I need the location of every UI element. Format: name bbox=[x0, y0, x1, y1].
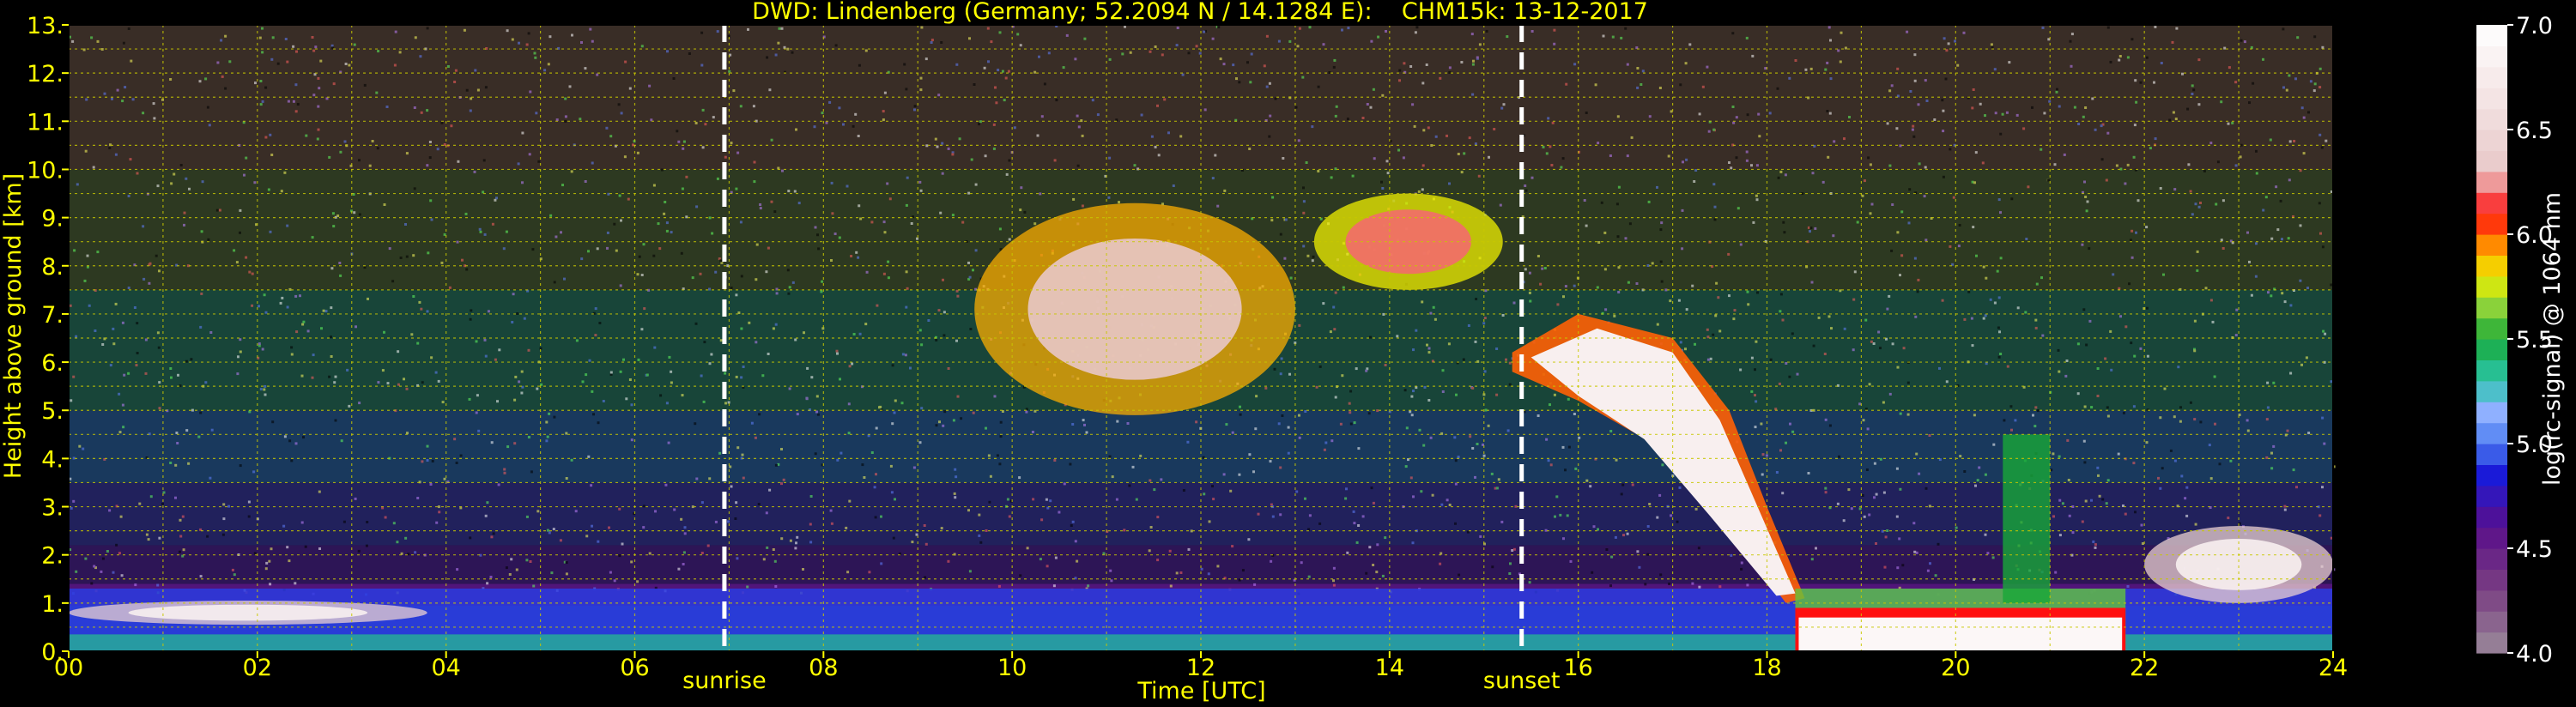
y-tick-label: 5. bbox=[41, 398, 64, 425]
colorbar-segment bbox=[2476, 527, 2507, 549]
x-axis-label: Time [UTC] bbox=[1136, 678, 1265, 704]
plot-area bbox=[69, 25, 2336, 651]
colorbar-segment bbox=[2476, 380, 2507, 402]
chart-title: DWD: Lindenberg (Germany; 52.2094 N / 14… bbox=[752, 0, 1648, 25]
y-axis-label: Height above ground [km] bbox=[0, 173, 27, 479]
colorbar-segment bbox=[2476, 569, 2507, 591]
colorbar-segment bbox=[2476, 339, 2507, 360]
colorbar-segment bbox=[2476, 631, 2507, 654]
colorbar-segment bbox=[2476, 464, 2507, 486]
colorbar-tick-label: 4.0 bbox=[2516, 641, 2553, 668]
colorbar-segment bbox=[2476, 108, 2507, 130]
feature-cirrus bbox=[974, 202, 1295, 415]
colorbar-segment bbox=[2476, 171, 2507, 193]
colorbar-segment bbox=[2476, 297, 2507, 319]
sunrise-label: sunrise bbox=[682, 668, 767, 694]
colorbar-tick-label: 7.0 bbox=[2516, 13, 2553, 39]
x-tick-label: 08 bbox=[809, 655, 838, 681]
colorbar-segment bbox=[2476, 422, 2507, 444]
x-tick-label: 20 bbox=[1941, 655, 1970, 681]
x-tick-label: 02 bbox=[243, 655, 272, 681]
colorbar-segment bbox=[2476, 611, 2507, 633]
x-tick-label: 18 bbox=[1752, 655, 1781, 681]
colorbar-segment bbox=[2476, 360, 2507, 382]
y-tick-label: 6. bbox=[41, 350, 64, 377]
x-tick-label: 06 bbox=[620, 655, 649, 681]
colorbar-segment bbox=[2476, 25, 2507, 46]
y-tick-label: 0. bbox=[41, 639, 64, 666]
colorbar-segment bbox=[2476, 444, 2507, 465]
colorbar-segment bbox=[2476, 317, 2507, 340]
x-tick-label: 04 bbox=[431, 655, 460, 681]
colorbar-segment bbox=[2476, 150, 2507, 172]
colorbar-segment bbox=[2476, 275, 2507, 298]
y-tick-label: 11. bbox=[27, 109, 64, 136]
y-tick-label: 1. bbox=[41, 591, 64, 618]
y-tick-label: 9. bbox=[41, 206, 64, 233]
y-tick-label: 3. bbox=[41, 495, 64, 522]
colorbar-segment bbox=[2476, 548, 2507, 570]
colorbar-label: log(rc-signal) @ 1064 nm bbox=[2539, 192, 2566, 486]
colorbar-segment bbox=[2476, 66, 2507, 88]
x-tick-label: 24 bbox=[2318, 655, 2348, 681]
x-tick-label: 14 bbox=[1375, 655, 1404, 681]
x-tick-label: 16 bbox=[1563, 655, 1592, 681]
y-tick-label: 4. bbox=[41, 446, 64, 473]
feature-cirrus bbox=[1313, 193, 1503, 290]
colorbar-segment bbox=[2476, 589, 2507, 612]
colorbar-segment bbox=[2476, 192, 2507, 215]
colorbar-segment bbox=[2476, 88, 2507, 110]
colorbar-segment bbox=[2476, 402, 2507, 424]
sunset-label: sunset bbox=[1483, 668, 1561, 694]
colorbar-tick-label: 4.5 bbox=[2516, 536, 2553, 563]
colorbar-segment bbox=[2476, 213, 2507, 235]
y-tick-label: 13. bbox=[27, 13, 64, 39]
colorbar-segment bbox=[2476, 130, 2507, 151]
x-tick-label: 10 bbox=[997, 655, 1027, 681]
colorbar-segment bbox=[2476, 255, 2507, 277]
y-tick-label: 2. bbox=[41, 543, 64, 570]
colorbar-segment bbox=[2476, 506, 2507, 529]
colorbar-segment bbox=[2476, 234, 2507, 256]
ceilometer-chart: sunrise sunset 00 02 04 06 08 10 12 14 16 18 20 22 24… bbox=[0, 0, 2576, 707]
y-tick-label: 12. bbox=[27, 61, 64, 88]
colorbar-segment bbox=[2476, 485, 2507, 507]
feature-low-cloud bbox=[69, 601, 427, 625]
y-tick-label: 7. bbox=[41, 302, 64, 329]
x-tick-label: 22 bbox=[2130, 655, 2159, 681]
y-tick-label: 10. bbox=[27, 157, 64, 184]
colorbar-segment bbox=[2476, 45, 2507, 68]
colorbar-tick-label: 6.5 bbox=[2516, 118, 2553, 144]
y-tick-label: 8. bbox=[41, 254, 64, 281]
